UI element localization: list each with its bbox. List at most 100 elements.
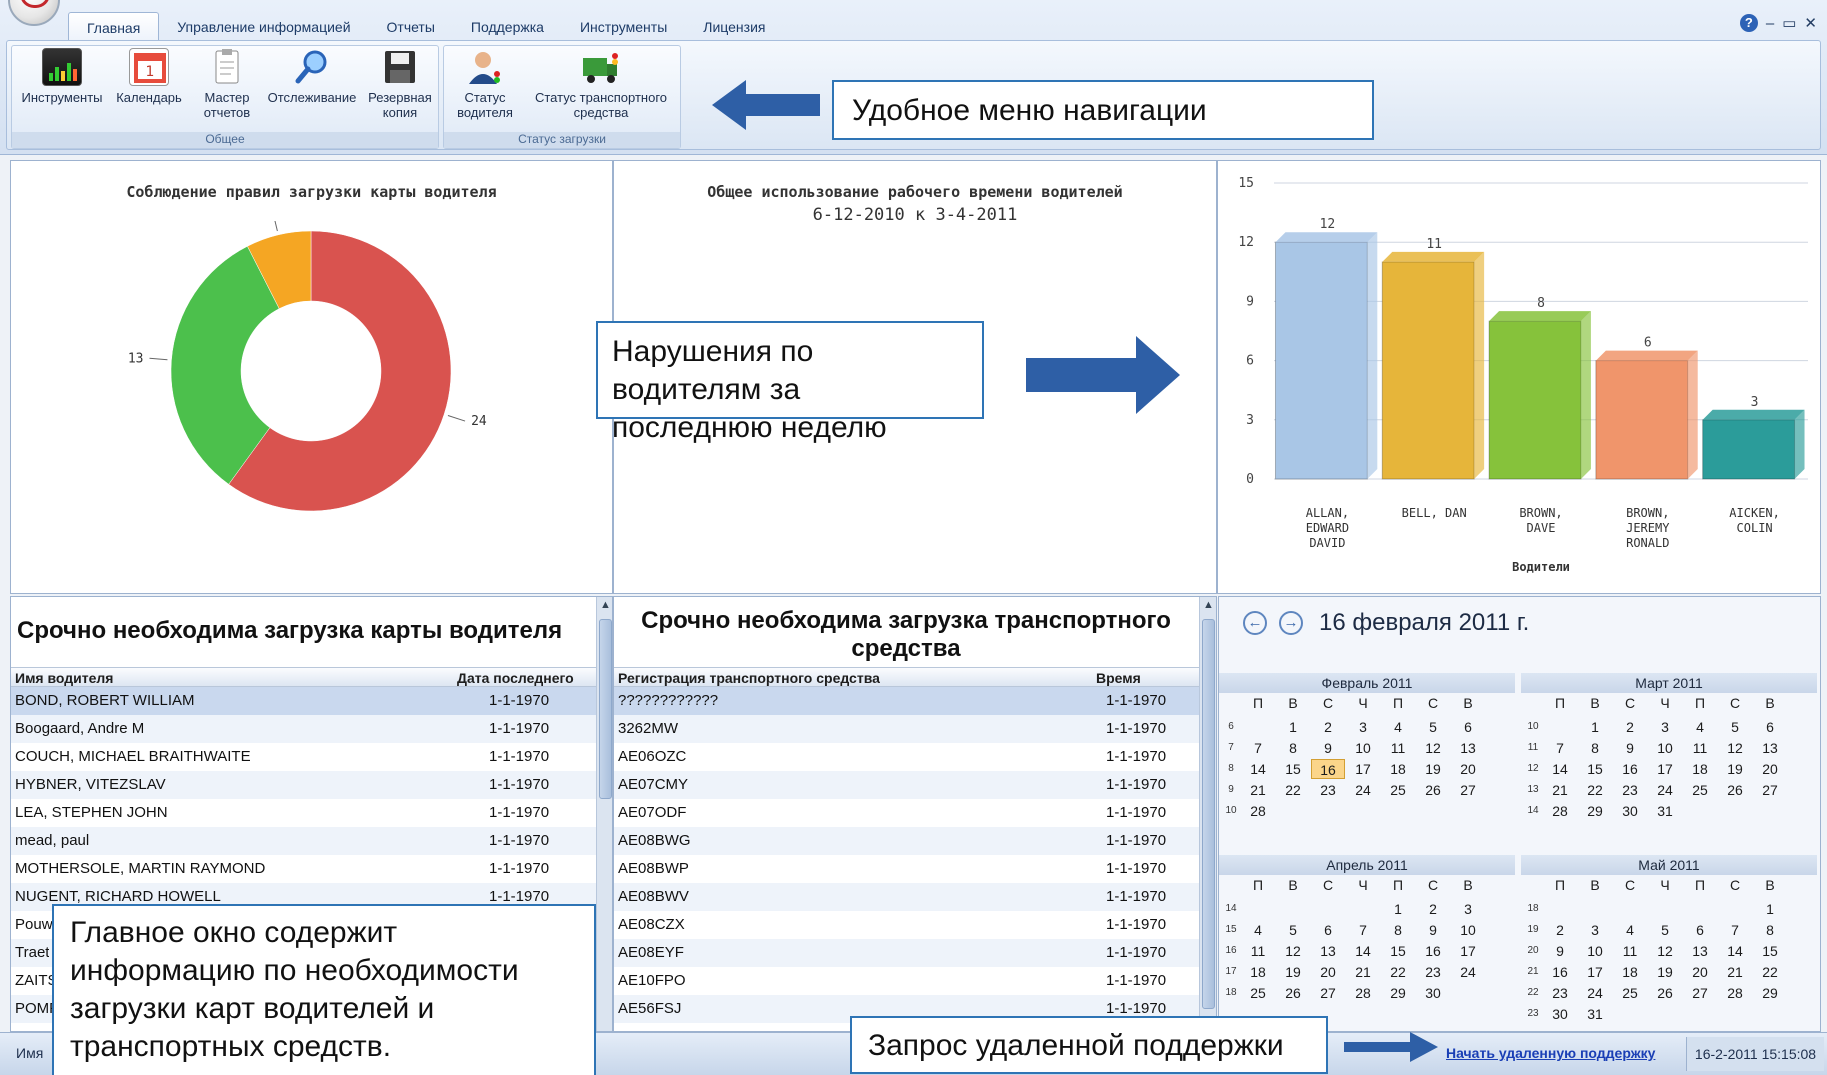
calendar-day[interactable]: 28	[1241, 801, 1275, 821]
calendar-day[interactable]: 12	[1276, 941, 1310, 961]
calendar-day[interactable]: 10	[1346, 738, 1380, 758]
calendar-day[interactable]: 13	[1753, 738, 1787, 758]
calendar-day[interactable]: 6	[1311, 920, 1345, 940]
calendar-day[interactable]: 17	[1346, 759, 1380, 779]
table-row[interactable]: AE08BWV 1-1-1970	[614, 883, 1199, 911]
calendar-day[interactable]: 24	[1346, 780, 1380, 800]
tab-license[interactable]: Лицензия	[685, 12, 783, 40]
calendar-day[interactable]: 21	[1346, 962, 1380, 982]
calendar-day[interactable]: 24	[1578, 983, 1612, 1003]
table-row[interactable]: AE08EYF 1-1-1970	[614, 939, 1199, 967]
calendar-day[interactable]: 25	[1381, 780, 1415, 800]
calendar-prev-icon[interactable]: ←	[1243, 611, 1267, 635]
calendar-day[interactable]: 25	[1241, 983, 1275, 1003]
scroll-up-icon[interactable]: ▲	[1203, 599, 1214, 611]
calendar-day[interactable]: 7	[1718, 920, 1752, 940]
calendar-day[interactable]: 11	[1613, 941, 1647, 961]
table-row[interactable]: AE08BWG 1-1-1970	[614, 827, 1199, 855]
calendar-day[interactable]: 8	[1381, 920, 1415, 940]
calendar-day[interactable]: 1	[1753, 899, 1787, 919]
calendar-day[interactable]: 3	[1648, 717, 1682, 737]
calendar-day[interactable]: 30	[1416, 983, 1450, 1003]
calendar-day[interactable]: 28	[1346, 983, 1380, 1003]
calendar-day[interactable]: 1	[1578, 717, 1612, 737]
calendar-day[interactable]: 20	[1311, 962, 1345, 982]
calendar-day[interactable]: 18	[1381, 759, 1415, 779]
table-row[interactable]: AE07ODF 1-1-1970	[614, 799, 1199, 827]
calendar-day[interactable]: 4	[1381, 717, 1415, 737]
calendar-day[interactable]: 14	[1718, 941, 1752, 961]
table-row[interactable]: AE08CZX 1-1-1970	[614, 911, 1199, 939]
calendar-day[interactable]: 14	[1346, 941, 1380, 961]
calendar-day[interactable]: 9	[1543, 941, 1577, 961]
calendar-day[interactable]: 25	[1613, 983, 1647, 1003]
calendar-day[interactable]: 2	[1613, 717, 1647, 737]
calendar-day[interactable]: 16	[1543, 962, 1577, 982]
driver-status-button[interactable]: Статус водителя	[448, 48, 522, 120]
calendar-day[interactable]: 17	[1648, 759, 1682, 779]
calendar-day[interactable]: 12	[1718, 738, 1752, 758]
report-wizard-button[interactable]: Мастер отчетов	[194, 48, 260, 120]
calendar-day[interactable]: 26	[1718, 780, 1752, 800]
calendar-day[interactable]: 20	[1683, 962, 1717, 982]
calendar-day[interactable]: 14	[1543, 759, 1577, 779]
calendar-day[interactable]: 19	[1276, 962, 1310, 982]
calendar-day[interactable]: 4	[1241, 920, 1275, 940]
tracking-button[interactable]: Отслеживание	[262, 48, 362, 105]
calendar-day[interactable]: 24	[1451, 962, 1485, 982]
calendar-day[interactable]: 14	[1241, 759, 1275, 779]
calendar-day[interactable]: 2	[1311, 717, 1345, 737]
calendar-day[interactable]: 24	[1648, 780, 1682, 800]
calendar-next-icon[interactable]: →	[1279, 611, 1303, 635]
calendar-day[interactable]: 19	[1416, 759, 1450, 779]
calendar-day[interactable]: 8	[1753, 920, 1787, 940]
calendar-day[interactable]: 10	[1648, 738, 1682, 758]
vehicle-grid-col-time[interactable]: Время	[1096, 670, 1141, 686]
calendar-day[interactable]: 8	[1578, 738, 1612, 758]
calendar-day[interactable]: 9	[1311, 738, 1345, 758]
calendar-day[interactable]: 23	[1416, 962, 1450, 982]
calendar-day[interactable]: 7	[1543, 738, 1577, 758]
tools-button[interactable]: Инструменты	[18, 48, 106, 105]
calendar-day[interactable]: 19	[1718, 759, 1752, 779]
calendar-day[interactable]: 6	[1683, 920, 1717, 940]
vehicle-status-button[interactable]: Статус транспортного средства	[524, 48, 678, 120]
calendar-today[interactable]: 16	[1311, 759, 1345, 779]
calendar-day[interactable]: 12	[1648, 941, 1682, 961]
calendar-day[interactable]: 21	[1543, 780, 1577, 800]
calendar-day[interactable]: 15	[1578, 759, 1612, 779]
table-row[interactable]: HYBNER, VITEZSLAV 1-1-1970	[11, 771, 596, 799]
calendar-day[interactable]: 27	[1311, 983, 1345, 1003]
calendar-day[interactable]: 15	[1381, 941, 1415, 961]
calendar-day[interactable]: 3	[1346, 717, 1380, 737]
driver-grid-scroll-thumb[interactable]	[599, 619, 612, 799]
driver-grid-scrollbar[interactable]: ▲	[596, 597, 612, 1031]
calendar-day[interactable]: 29	[1381, 983, 1415, 1003]
table-row[interactable]: mead, paul 1-1-1970	[11, 827, 596, 855]
calendar-day[interactable]: 29	[1753, 983, 1787, 1003]
table-row[interactable]: AE07CMY 1-1-1970	[614, 771, 1199, 799]
calendar-day[interactable]: 21	[1718, 962, 1752, 982]
calendar-day[interactable]: 12	[1416, 738, 1450, 758]
close-button[interactable]: ✕	[1804, 14, 1817, 32]
calendar-day[interactable]: 15	[1276, 759, 1310, 779]
vehicle-grid-scrollbar[interactable]: ▲	[1199, 597, 1216, 1031]
calendar-day[interactable]: 28	[1718, 983, 1752, 1003]
calendar-day[interactable]: 13	[1683, 941, 1717, 961]
calendar-day[interactable]: 10	[1578, 941, 1612, 961]
calendar-day[interactable]: 7	[1346, 920, 1380, 940]
calendar-day[interactable]: 29	[1578, 801, 1612, 821]
application-menu-button[interactable]	[8, 0, 60, 26]
tab-home[interactable]: Главная	[68, 12, 160, 40]
calendar-day[interactable]: 13	[1451, 738, 1485, 758]
calendar-day[interactable]: 22	[1276, 780, 1310, 800]
calendar-day[interactable]: 30	[1613, 801, 1647, 821]
table-row[interactable]: MOTHERSOLE, MARTIN RAYMOND 1-1-1970	[11, 855, 596, 883]
calendar-day[interactable]: 30	[1543, 1004, 1577, 1024]
calendar-day[interactable]: 22	[1578, 780, 1612, 800]
driver-grid-col-name[interactable]: Имя водителя	[15, 670, 113, 686]
calendar-day[interactable]: 18	[1613, 962, 1647, 982]
calendar-day[interactable]: 3	[1451, 899, 1485, 919]
table-row[interactable]: AE10FPO 1-1-1970	[614, 967, 1199, 995]
calendar-day[interactable]: 9	[1416, 920, 1450, 940]
